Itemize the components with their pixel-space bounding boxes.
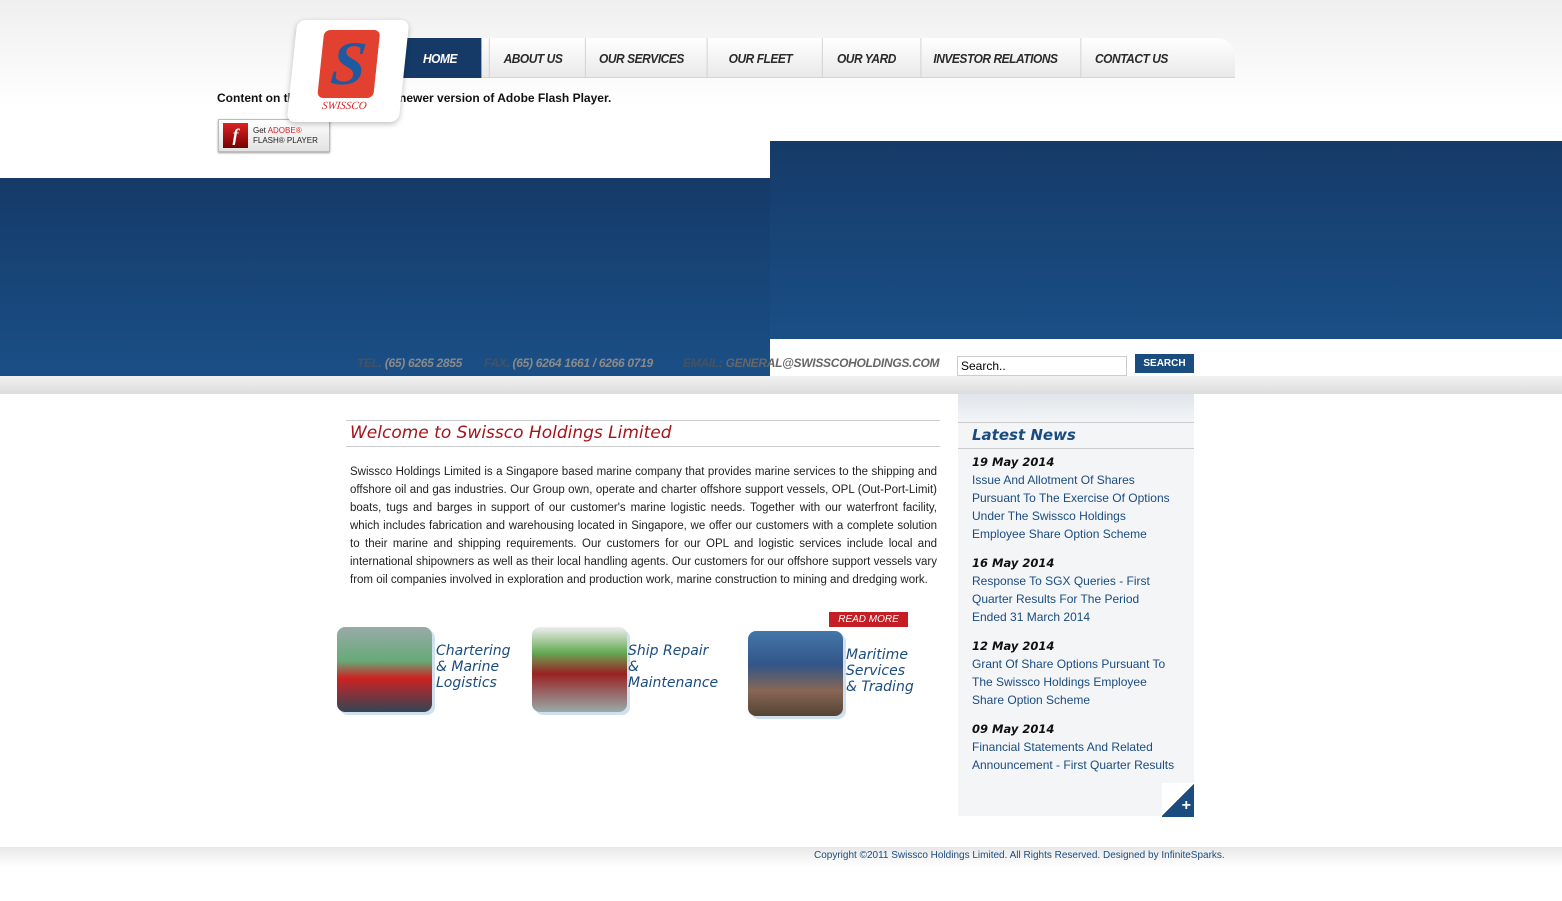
flash-message: Content on th	[217, 91, 295, 105]
read-more-button[interactable]: READ MORE	[829, 612, 908, 627]
flash-player: FLASH® PLAYER	[253, 136, 318, 145]
yard-image	[748, 631, 843, 716]
flash-get: Get	[253, 126, 266, 135]
banner-right	[770, 141, 1562, 339]
divider-strip	[0, 376, 1562, 394]
nav-our-yard[interactable]: OUR YARD	[821, 38, 910, 78]
nav-contact-us[interactable]: CONTACT US	[1080, 38, 1181, 78]
service-ship-repair[interactable]: Ship Repair & Maintenance	[532, 627, 732, 717]
contact-fax: FAX. (65) 6264 1661 / 6266 0719	[484, 356, 653, 370]
tugboat-image	[337, 627, 432, 712]
ship-image	[532, 627, 627, 712]
nav-home[interactable]: HOME	[398, 38, 482, 78]
get-flash-player-button[interactable]: f Get ADOBE® FLASH® PLAYER	[218, 119, 330, 152]
news-item[interactable]: 16 May 2014 Response To SGX Queries - Fir…	[972, 554, 1184, 626]
nav-about-us[interactable]: ABOUT US	[488, 38, 576, 78]
nav-our-fleet[interactable]: OUR FLEET	[706, 38, 814, 78]
news-item[interactable]: 09 May 2014 Financial Statements And Rela…	[972, 720, 1184, 774]
search-input[interactable]	[957, 356, 1127, 376]
service-maritime[interactable]: Maritime Services & Trading	[748, 631, 928, 721]
footer-bar	[0, 847, 1562, 867]
banner-left	[0, 178, 770, 376]
flash-adobe: ADOBE®	[267, 126, 302, 135]
nav-our-services[interactable]: OUR SERVICES	[584, 38, 697, 78]
contact-tel: TEL. (65) 6265 2855	[357, 356, 463, 370]
copyright: Copyright ©2011 Swissco Holdings Limited…	[814, 850, 1225, 861]
main-nav: HOME ABOUT US OUR SERVICES OUR FLEET OUR…	[395, 38, 1235, 78]
plus-icon[interactable]: +	[1162, 783, 1194, 817]
contact-email: EMAIL: GENERAL@SWISSCOHOLDINGS.COM	[683, 356, 940, 370]
intro-text: Swissco Holdings Limited is a Singapore …	[350, 466, 937, 586]
nav-investor-relations[interactable]: INVESTOR RELATIONS	[920, 38, 1069, 78]
service-chartering[interactable]: Chartering & Marine Logistics	[337, 627, 517, 717]
news-item[interactable]: 12 May 2014 Grant Of Share Options Pursua…	[972, 637, 1184, 709]
flash-icon: f	[223, 123, 248, 148]
news-item[interactable]: 19 May 2014 Issue And Allotment Of Shares…	[972, 453, 1184, 543]
page-title: Welcome to Swissco Holdings Limited	[346, 420, 940, 447]
search-button[interactable]: SEARCH	[1135, 354, 1194, 373]
news-title: Latest News	[958, 422, 1194, 449]
swissco-logo[interactable]: S SWISSCO	[286, 20, 410, 122]
latest-news-panel: Latest News 19 May 2014 Issue And Allotme…	[958, 394, 1194, 816]
flash-message-end: newer version of Adobe Flash Player.	[399, 91, 612, 105]
